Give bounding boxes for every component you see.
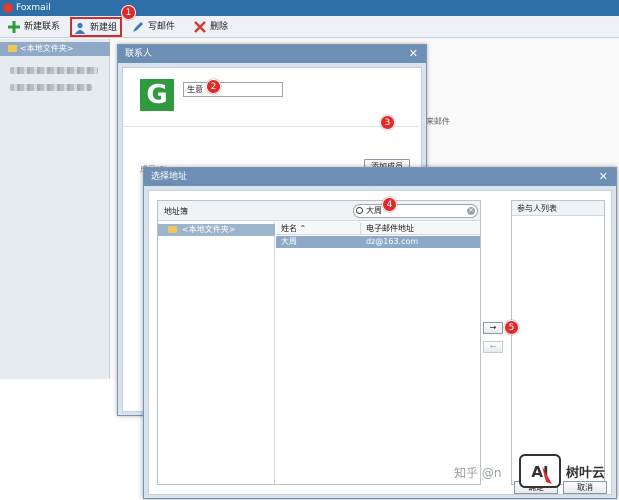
step-marker-5: 5: [504, 320, 519, 335]
close-icon[interactable]: ✕: [599, 171, 608, 182]
contact-dialog-title: 联系人: [118, 45, 426, 63]
folder-icon: [168, 226, 177, 233]
folder-item-local[interactable]: <本地文件夹>: [158, 224, 275, 236]
group-icon: [75, 22, 85, 34]
app-title: Foxmail: [16, 3, 51, 13]
search-input[interactable]: 大周 ✕: [353, 204, 478, 218]
step-marker-3: 3: [380, 115, 395, 130]
new-group-label: 新建组: [90, 23, 118, 33]
address-book-label: 地址簿: [164, 207, 188, 216]
table-row[interactable]: 大周 dz@163.com: [276, 236, 480, 248]
row-name: 大周: [281, 237, 297, 246]
watermark-text: 知乎 @n: [454, 466, 502, 480]
select-dialog-body: 地址簿 大周 ✕ <本地文件夹> 姓名 ⌃ 电子邮件地址 大周 dz@163.c…: [148, 190, 612, 495]
column-header-email[interactable]: 电子邮件地址: [366, 222, 414, 235]
remove-from-participants-button[interactable]: ←: [483, 341, 503, 353]
group-name-input[interactable]: 生意: [183, 82, 283, 97]
row-email: dz@163.com: [366, 237, 419, 246]
blurred-entry[interactable]: [10, 67, 98, 74]
add-to-participants-button[interactable]: →: [483, 322, 503, 334]
pen-icon: [133, 22, 143, 32]
address-book-header: 地址簿 大周 ✕: [158, 201, 480, 221]
search-icon: [356, 207, 363, 214]
close-icon[interactable]: ✕: [409, 48, 418, 59]
delete-x-icon: [194, 21, 206, 33]
foxmail-logo-icon: [3, 3, 13, 13]
delete-button[interactable]: 删除: [192, 18, 228, 36]
plus-icon: [8, 21, 20, 33]
folder-list: <本地文件夹>: [158, 222, 275, 484]
delete-label: 删除: [210, 22, 229, 32]
select-address-dialog: 选择地址 ✕ 地址簿 大周 ✕ <本地文件夹> 姓名 ⌃ 电子邮件地址 大周 d…: [143, 167, 617, 499]
main-hint-text: 来邮件: [426, 117, 450, 126]
folder-icon: [8, 45, 17, 52]
step-marker-2: 2: [206, 79, 221, 94]
search-value: 大周: [366, 206, 382, 215]
sidebar-item-local-folder[interactable]: <本地文件夹>: [0, 42, 110, 56]
participants-panel: 参与人列表: [511, 200, 605, 485]
app-titlebar: Foxmail: [0, 0, 619, 16]
step-marker-4: 4: [382, 197, 397, 212]
cancel-button[interactable]: 取消: [563, 481, 607, 494]
compose-button[interactable]: 写邮件 ▾: [130, 18, 182, 50]
group-avatar-icon: G: [140, 79, 174, 111]
sidebar: <本地文件夹>: [0, 39, 110, 417]
toolbar: 新建联系人 新建组 写邮件 ▾ 删除: [0, 16, 619, 50]
clear-search-icon[interactable]: ✕: [467, 207, 475, 215]
blurred-entry[interactable]: [10, 84, 92, 91]
column-header-name[interactable]: 姓名 ⌃: [281, 222, 306, 235]
brand-logo-icon: AI: [519, 454, 561, 488]
new-contact-button[interactable]: 新建联系人: [6, 18, 66, 50]
address-book-panel: 地址簿 大周 ✕ <本地文件夹> 姓名 ⌃ 电子邮件地址 大周 dz@163.c…: [157, 200, 481, 485]
step-marker-1: 1: [121, 5, 136, 20]
compose-label: 写邮件: [148, 22, 176, 32]
participants-label: 参与人列表: [512, 201, 604, 216]
column-separator: [360, 223, 361, 234]
sidebar-folder-label: <本地文件夹>: [20, 44, 74, 53]
brand-text: 树叶云: [566, 466, 606, 481]
contact-list: 姓名 ⌃ 电子邮件地址 大周 dz@163.com: [276, 222, 480, 484]
contact-list-header: 姓名 ⌃ 电子邮件地址: [276, 222, 480, 235]
new-group-button[interactable]: 新建组: [70, 17, 122, 37]
select-dialog-title: 选择地址: [144, 168, 616, 186]
divider: [123, 126, 419, 127]
folder-item-label: <本地文件夹>: [182, 225, 236, 234]
